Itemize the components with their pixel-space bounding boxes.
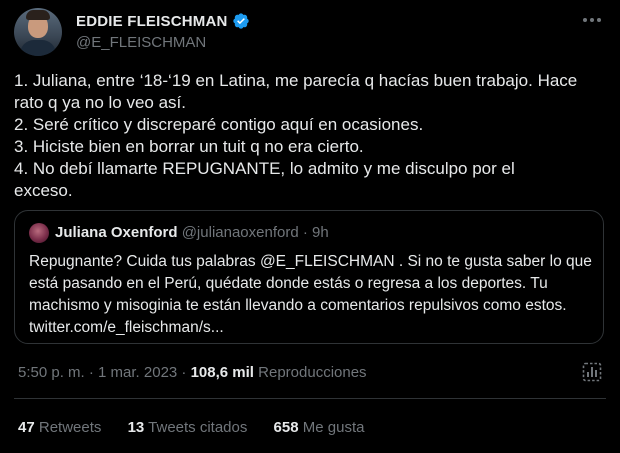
quoted-author-name: Juliana Oxenford <box>55 224 178 241</box>
retweets-stat[interactable]: 47 Retweets <box>18 419 101 436</box>
tweet-line: rato q ya no lo veo así. <box>14 93 186 112</box>
author-name-row[interactable]: EDDIE FLEISCHMAN <box>76 12 250 30</box>
tweet-meta: 5:50 p. m. · 1 mar. 2023 · 108,6 mil Rep… <box>18 364 367 381</box>
author-info: EDDIE FLEISCHMAN @E_FLEISCHMAN <box>76 12 250 51</box>
tweet-header: EDDIE FLEISCHMAN @E_FLEISCHMAN <box>14 8 606 56</box>
quoted-line: está pasando en el Perú, quédate donde e… <box>29 275 548 292</box>
likes-stat[interactable]: 658 Me gusta <box>274 419 365 436</box>
author-handle[interactable]: @E_FLEISCHMAN <box>76 34 250 51</box>
likes-count: 658 <box>273 419 299 436</box>
quoted-tweet-header: Juliana Oxenford @julianaoxenford · 9h <box>55 224 329 241</box>
quote-tweets-stat[interactable]: 13 Tweets citados <box>128 419 248 436</box>
tweet-datetime[interactable]: 5:50 p. m. · 1 mar. 2023 · <box>18 364 191 381</box>
quoted-line: Repugnante? Cuida tus palabras @E_FLEISC… <box>29 253 592 270</box>
quoted-line: machismo y misoginia te están llevando a… <box>29 297 567 314</box>
tweet-line: 4. No debí llamarte REPUGNANTE, lo admit… <box>14 159 515 178</box>
views-label: Reproducciones <box>253 364 367 381</box>
retweets-count: 47 <box>18 419 35 436</box>
author-avatar[interactable] <box>14 8 62 56</box>
views-count: 108,6 mil <box>190 364 254 381</box>
more-options-icon[interactable] <box>580 10 604 30</box>
quoted-tweet[interactable]: Juliana Oxenford @julianaoxenford · 9h R… <box>14 210 604 344</box>
author-display-name[interactable]: EDDIE FLEISCHMAN <box>76 13 228 30</box>
verified-badge-icon <box>232 13 249 29</box>
analytics-icon[interactable] <box>582 362 602 382</box>
retweets-label: Retweets <box>38 419 102 436</box>
quoted-author-avatar <box>29 223 49 243</box>
quote-tweets-count: 13 <box>127 419 145 436</box>
quoted-author-meta: @julianaoxenford · 9h <box>181 224 329 241</box>
likes-label: Me gusta <box>302 419 365 436</box>
quote-tweets-label: Tweets citados <box>148 419 248 436</box>
tweet-line: 3. Hiciste bien en borrar un tuit q no e… <box>14 137 364 156</box>
tweet-body: 1. Juliana, entre ‘18-‘19 en Latina, me … <box>14 70 606 202</box>
divider <box>14 398 606 399</box>
engagement-stats: 47 Retweets 13 Tweets citados 658 Me gus… <box>18 419 386 436</box>
tweet-line: 2. Seré crítico y discreparé contigo aqu… <box>14 115 424 134</box>
quoted-link: twitter.com/e_fleischman/s... <box>29 319 224 336</box>
quoted-tweet-body: Repugnante? Cuida tus palabras @E_FLEISC… <box>29 251 595 339</box>
tweet-line: 1. Juliana, entre ‘18-‘19 en Latina, me … <box>14 71 578 90</box>
tweet-line: exceso. <box>14 181 73 200</box>
